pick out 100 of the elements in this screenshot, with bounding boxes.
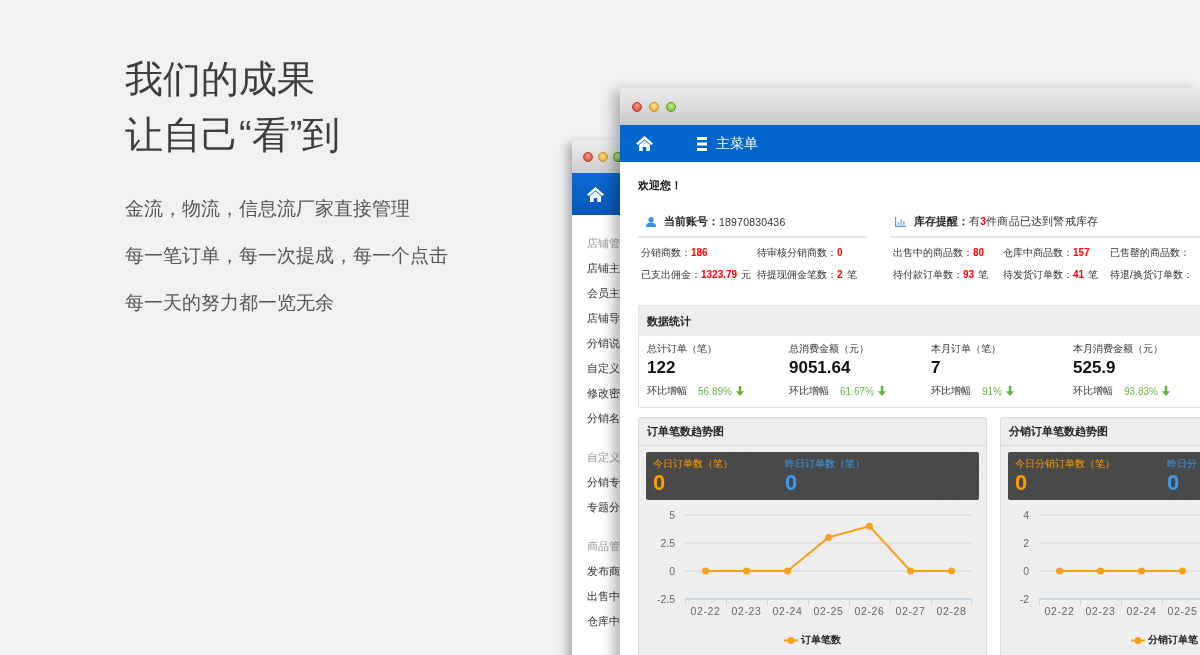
metric-label: 总消费金额（元） (789, 342, 869, 356)
today-label: 今日订单数（笔） (653, 457, 733, 471)
panel-title: 数据统计 (647, 313, 691, 329)
stat-value: 157 (1073, 247, 1090, 258)
x-axis-label: 02-25 (1167, 605, 1198, 617)
stat-label: 待付款订单数： (893, 269, 963, 280)
sidebar-item[interactable]: 发布商 (587, 559, 620, 584)
sidebar-item[interactable]: 修改密 (587, 381, 620, 406)
yesterday-label: 昨日订单数（笔） (785, 457, 865, 471)
metric-label: 总计订单（笔） (647, 342, 717, 356)
change-value: 56.89% (698, 385, 732, 397)
tagline: 每一天的努力都一览无余 (125, 291, 334, 315)
stat-label: 待审核分销商数： (757, 247, 837, 258)
metric-label: 本月订单（笔） (931, 342, 1001, 356)
stock-alert-text: 有3件商品已达到警戒库存 (969, 215, 1099, 229)
tagline: 每一笔订单，每一次提成，每一个点击 (125, 244, 448, 268)
stat-value: 80 (973, 247, 985, 258)
y-axis-label: -2 (1019, 593, 1029, 605)
y-axis-label: 4 (1023, 509, 1029, 521)
account-label: 当前账号： (664, 215, 719, 229)
home-icon (636, 136, 653, 151)
window-minimize-button[interactable] (649, 101, 659, 112)
x-axis-label: 02-22 (1044, 605, 1075, 617)
sidebar-heading: 商品管 (587, 539, 620, 554)
x-axis-label: 02-28 (936, 605, 967, 617)
change-label: 环比增幅 (931, 384, 971, 398)
sidebar-heading: 自定义 (587, 450, 620, 465)
headline: 我们的成果 (125, 57, 315, 102)
x-axis-label: 02-26 (854, 605, 885, 617)
sidebar-item[interactable]: 出售中 (587, 584, 620, 609)
stat-label: 已售罄的商品数： (1110, 247, 1190, 258)
stat-label: 待提现佣金笔数： (757, 269, 837, 280)
stat-label: 待发货订单数： (1003, 269, 1073, 280)
stat-value: 2 (837, 269, 843, 280)
x-axis-label: 02-25 (813, 605, 844, 617)
account-number: 18970830436 (719, 216, 786, 228)
sidebar-item[interactable]: 店铺主 (587, 256, 620, 281)
change-label: 环比增幅 (647, 384, 687, 398)
stat-label: 待退/换货订单数： (1110, 269, 1193, 280)
window-minimize-button[interactable] (598, 151, 608, 162)
stat-label: 出售中的商品数： (893, 247, 973, 258)
yesterday-value: 0 (1167, 471, 1180, 495)
stat-value: 41 (1073, 269, 1085, 280)
stat-unit: 笔 (846, 269, 857, 280)
metric-value: 7 (931, 357, 941, 379)
x-axis-label: 02-24 (1126, 605, 1157, 617)
y-axis-label: 0 (669, 565, 675, 577)
person-icon (646, 217, 656, 227)
sidebar-item[interactable]: 专题分 (587, 495, 620, 520)
stat-unit: 笔 (1088, 269, 1099, 280)
change-value: 91% (982, 385, 1002, 397)
sidebar-heading: 店铺管 (587, 236, 620, 251)
legend-label[interactable]: 分销订单笔 (1148, 633, 1198, 647)
x-axis-label: 02-22 (690, 605, 721, 617)
y-axis-label: -2.5 (656, 593, 675, 605)
today-label: 今日分销订单数（笔） (1015, 457, 1115, 471)
stat-label: 已支出佣金： (641, 269, 701, 280)
menu-icon (697, 136, 707, 151)
change-label: 环比增幅 (789, 384, 829, 398)
x-axis-label: 02-23 (1085, 605, 1116, 617)
y-axis-label: 5 (669, 509, 675, 521)
home-button[interactable] (587, 186, 604, 202)
stat-label: 分销商数： (641, 247, 691, 258)
stat-label: 仓库中商品数： (1003, 247, 1073, 258)
stat-unit: 笔 (978, 269, 989, 280)
change-value: 93.83% (1124, 385, 1158, 397)
window-zoom-button[interactable] (666, 101, 676, 112)
sidebar-item[interactable]: 自定义 (587, 356, 620, 381)
change-label: 环比增幅 (1073, 384, 1113, 398)
x-axis-label: 02-23 (731, 605, 762, 617)
sidebar-item[interactable]: 分销名 (587, 406, 620, 431)
y-axis-label: 0 (1023, 565, 1029, 577)
home-icon (587, 186, 604, 202)
sidebar-item[interactable]: 会员主 (587, 281, 620, 306)
headline: 让自己“看”到 (125, 113, 341, 158)
panel-title: 订单笔数趋势图 (647, 424, 724, 439)
window-close-button[interactable] (632, 101, 642, 112)
tagline: 金流，物流，信息流厂家直接管理 (125, 197, 410, 221)
panel-title: 分销订单笔数趋势图 (1009, 424, 1108, 439)
sidebar-item[interactable]: 仓库中 (587, 609, 620, 634)
y-axis-label: 2.5 (660, 537, 675, 549)
sidebar-item[interactable]: 分销说 (587, 331, 620, 356)
stock-alert-label: 库存提醒： (914, 215, 969, 229)
metric-value: 525.9 (1073, 357, 1116, 379)
stat-value: 186 (691, 247, 708, 258)
stat-value: 0 (837, 247, 843, 258)
stat-unit: 元 (741, 269, 752, 280)
stat-value: 93 (963, 269, 975, 280)
sidebar-item[interactable]: 分销专 (587, 470, 620, 495)
sidebar-item[interactable]: 店铺导 (587, 306, 620, 331)
metric-value: 9051.64 (789, 357, 851, 379)
main-menu-button[interactable]: 主菜单 (697, 134, 758, 153)
welcome-text: 欢迎您！ (638, 178, 682, 192)
yesterday-label: 昨日分 (1167, 457, 1197, 471)
change-value: 61.67% (840, 385, 874, 397)
window-close-button[interactable] (583, 151, 593, 162)
today-value: 0 (653, 471, 666, 495)
legend-label[interactable]: 订单笔数 (801, 633, 841, 647)
yesterday-value: 0 (785, 471, 798, 495)
home-button[interactable] (636, 136, 653, 151)
